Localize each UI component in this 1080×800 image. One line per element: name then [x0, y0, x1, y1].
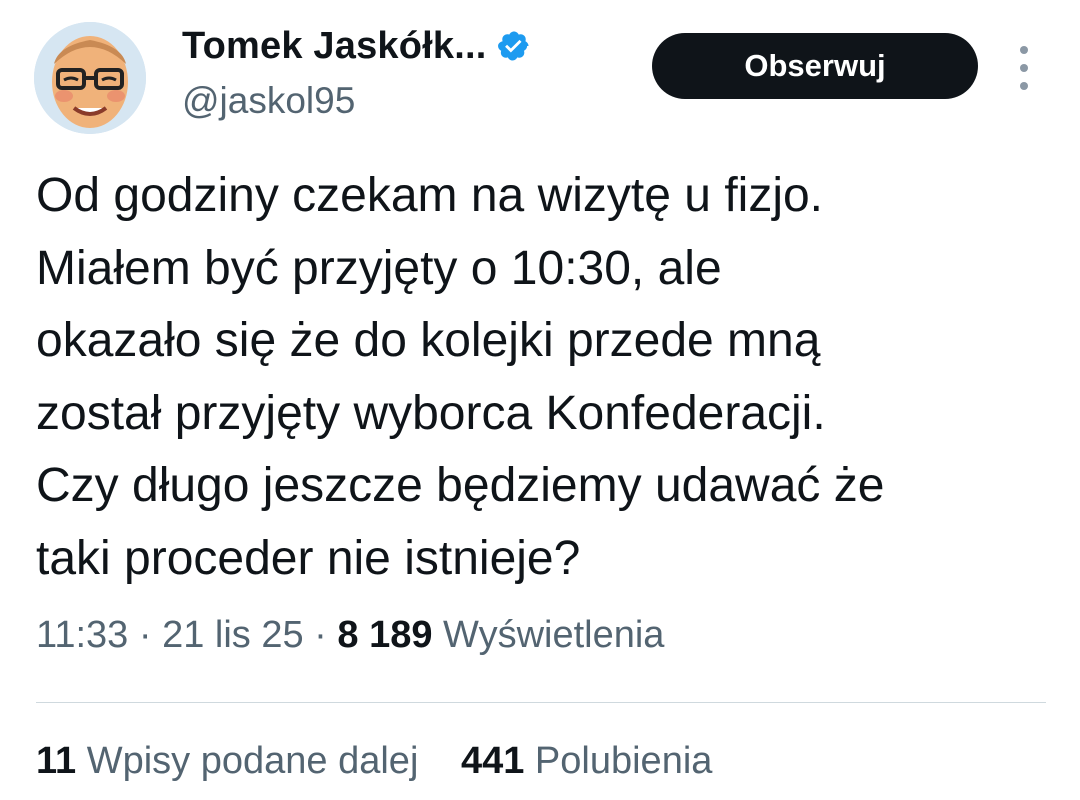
meta-separator: ·: [138, 614, 152, 656]
tweet-time[interactable]: 11:33: [36, 614, 128, 656]
tweet-meta: 11:33 · 21 lis 25 · 8 189 Wyświetlenia: [36, 614, 664, 657]
author-name-row: Tomek Jaskółk...: [182, 24, 531, 68]
likes-stat[interactable]: 441 Polubienia: [461, 740, 712, 782]
tweet-text: Od godziny czekam na wizytę u fizjo. Mia…: [36, 160, 1066, 595]
more-dot: [1020, 82, 1028, 90]
verified-badge-icon: [497, 31, 529, 61]
avatar[interactable]: [34, 22, 146, 134]
tweet-text-line: Od godziny czekam na wizytę u fizjo.: [36, 169, 824, 222]
views-count: 8 189: [337, 614, 433, 656]
avatar-face-icon: [34, 22, 146, 134]
reposts-count: 11: [36, 740, 77, 782]
tweet-card: Tomek Jaskółk... @jaskol95 Obserwuj Od g…: [0, 0, 1080, 800]
tweet-text-line: został przyjęty wyborca Konfederacji.: [36, 386, 826, 440]
likes-count: 441: [460, 740, 525, 782]
author-handle[interactable]: @jaskol95: [182, 80, 355, 122]
divider: [36, 702, 1046, 703]
tweet-text-line: Czy długo jeszcze będziemy udawać że: [36, 459, 885, 512]
more-dot: [1020, 46, 1028, 54]
more-dot: [1020, 64, 1028, 72]
tweet-text-line: Miałem być przyjęty o 10:30, ale: [36, 241, 722, 295]
author-display-name[interactable]: Tomek Jaskółk...: [182, 25, 487, 68]
meta-separator: ·: [314, 614, 327, 656]
likes-label: Polubienia: [534, 740, 713, 782]
reposts-label: Wpisy podane dalej: [86, 740, 419, 782]
reposts-stat[interactable]: 11 Wpisy podane dalej: [36, 740, 429, 782]
tweet-date[interactable]: 21 lis 25: [162, 614, 304, 656]
tweet-text-line: taki proceder nie istnieje?: [36, 531, 581, 585]
tweet-stats: 11 Wpisy podane dalej 441 Polubienia: [36, 740, 744, 783]
follow-button[interactable]: Obserwuj: [652, 33, 978, 99]
more-vertical-icon[interactable]: [1012, 46, 1036, 90]
tweet-text-line: okazało się że do kolejki przede mną: [36, 314, 821, 367]
views-label: Wyświetlenia: [443, 614, 665, 656]
